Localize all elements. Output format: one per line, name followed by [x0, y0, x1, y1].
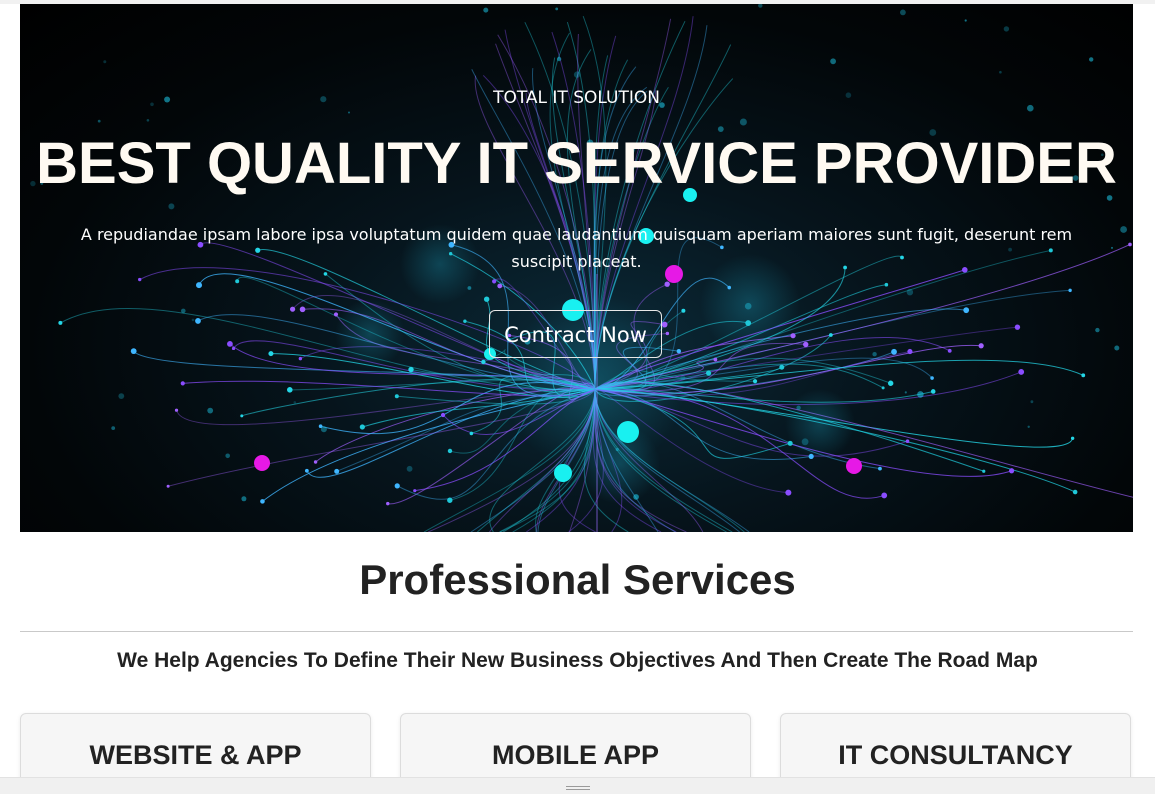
grip-lines-icon[interactable]	[566, 786, 590, 791]
hero-title: BEST QUALITY IT SERVICE PROVIDER	[36, 131, 1117, 196]
service-card-title: IT CONSULTANCY	[838, 740, 1073, 770]
services-subtitle: We Help Agencies To Define Their New Bus…	[117, 649, 1038, 672]
service-card-title: WEBSITE & APP	[89, 740, 302, 770]
bottom-resize-bar[interactable]	[0, 777, 1155, 794]
contract-now-button[interactable]: Contract Now	[489, 310, 662, 358]
hero-description: A repudiandae ipsam labore ipsa voluptat…	[80, 225, 1073, 271]
hero-subtitle: TOTAL IT SOLUTION	[493, 88, 660, 108]
service-card-title: MOBILE APP	[491, 740, 659, 770]
hero-banner: TOTAL IT SOLUTION BEST QUALITY IT SERVIC…	[20, 4, 1133, 532]
section-divider	[20, 631, 1133, 632]
services-title: Professional Services	[359, 556, 796, 603]
